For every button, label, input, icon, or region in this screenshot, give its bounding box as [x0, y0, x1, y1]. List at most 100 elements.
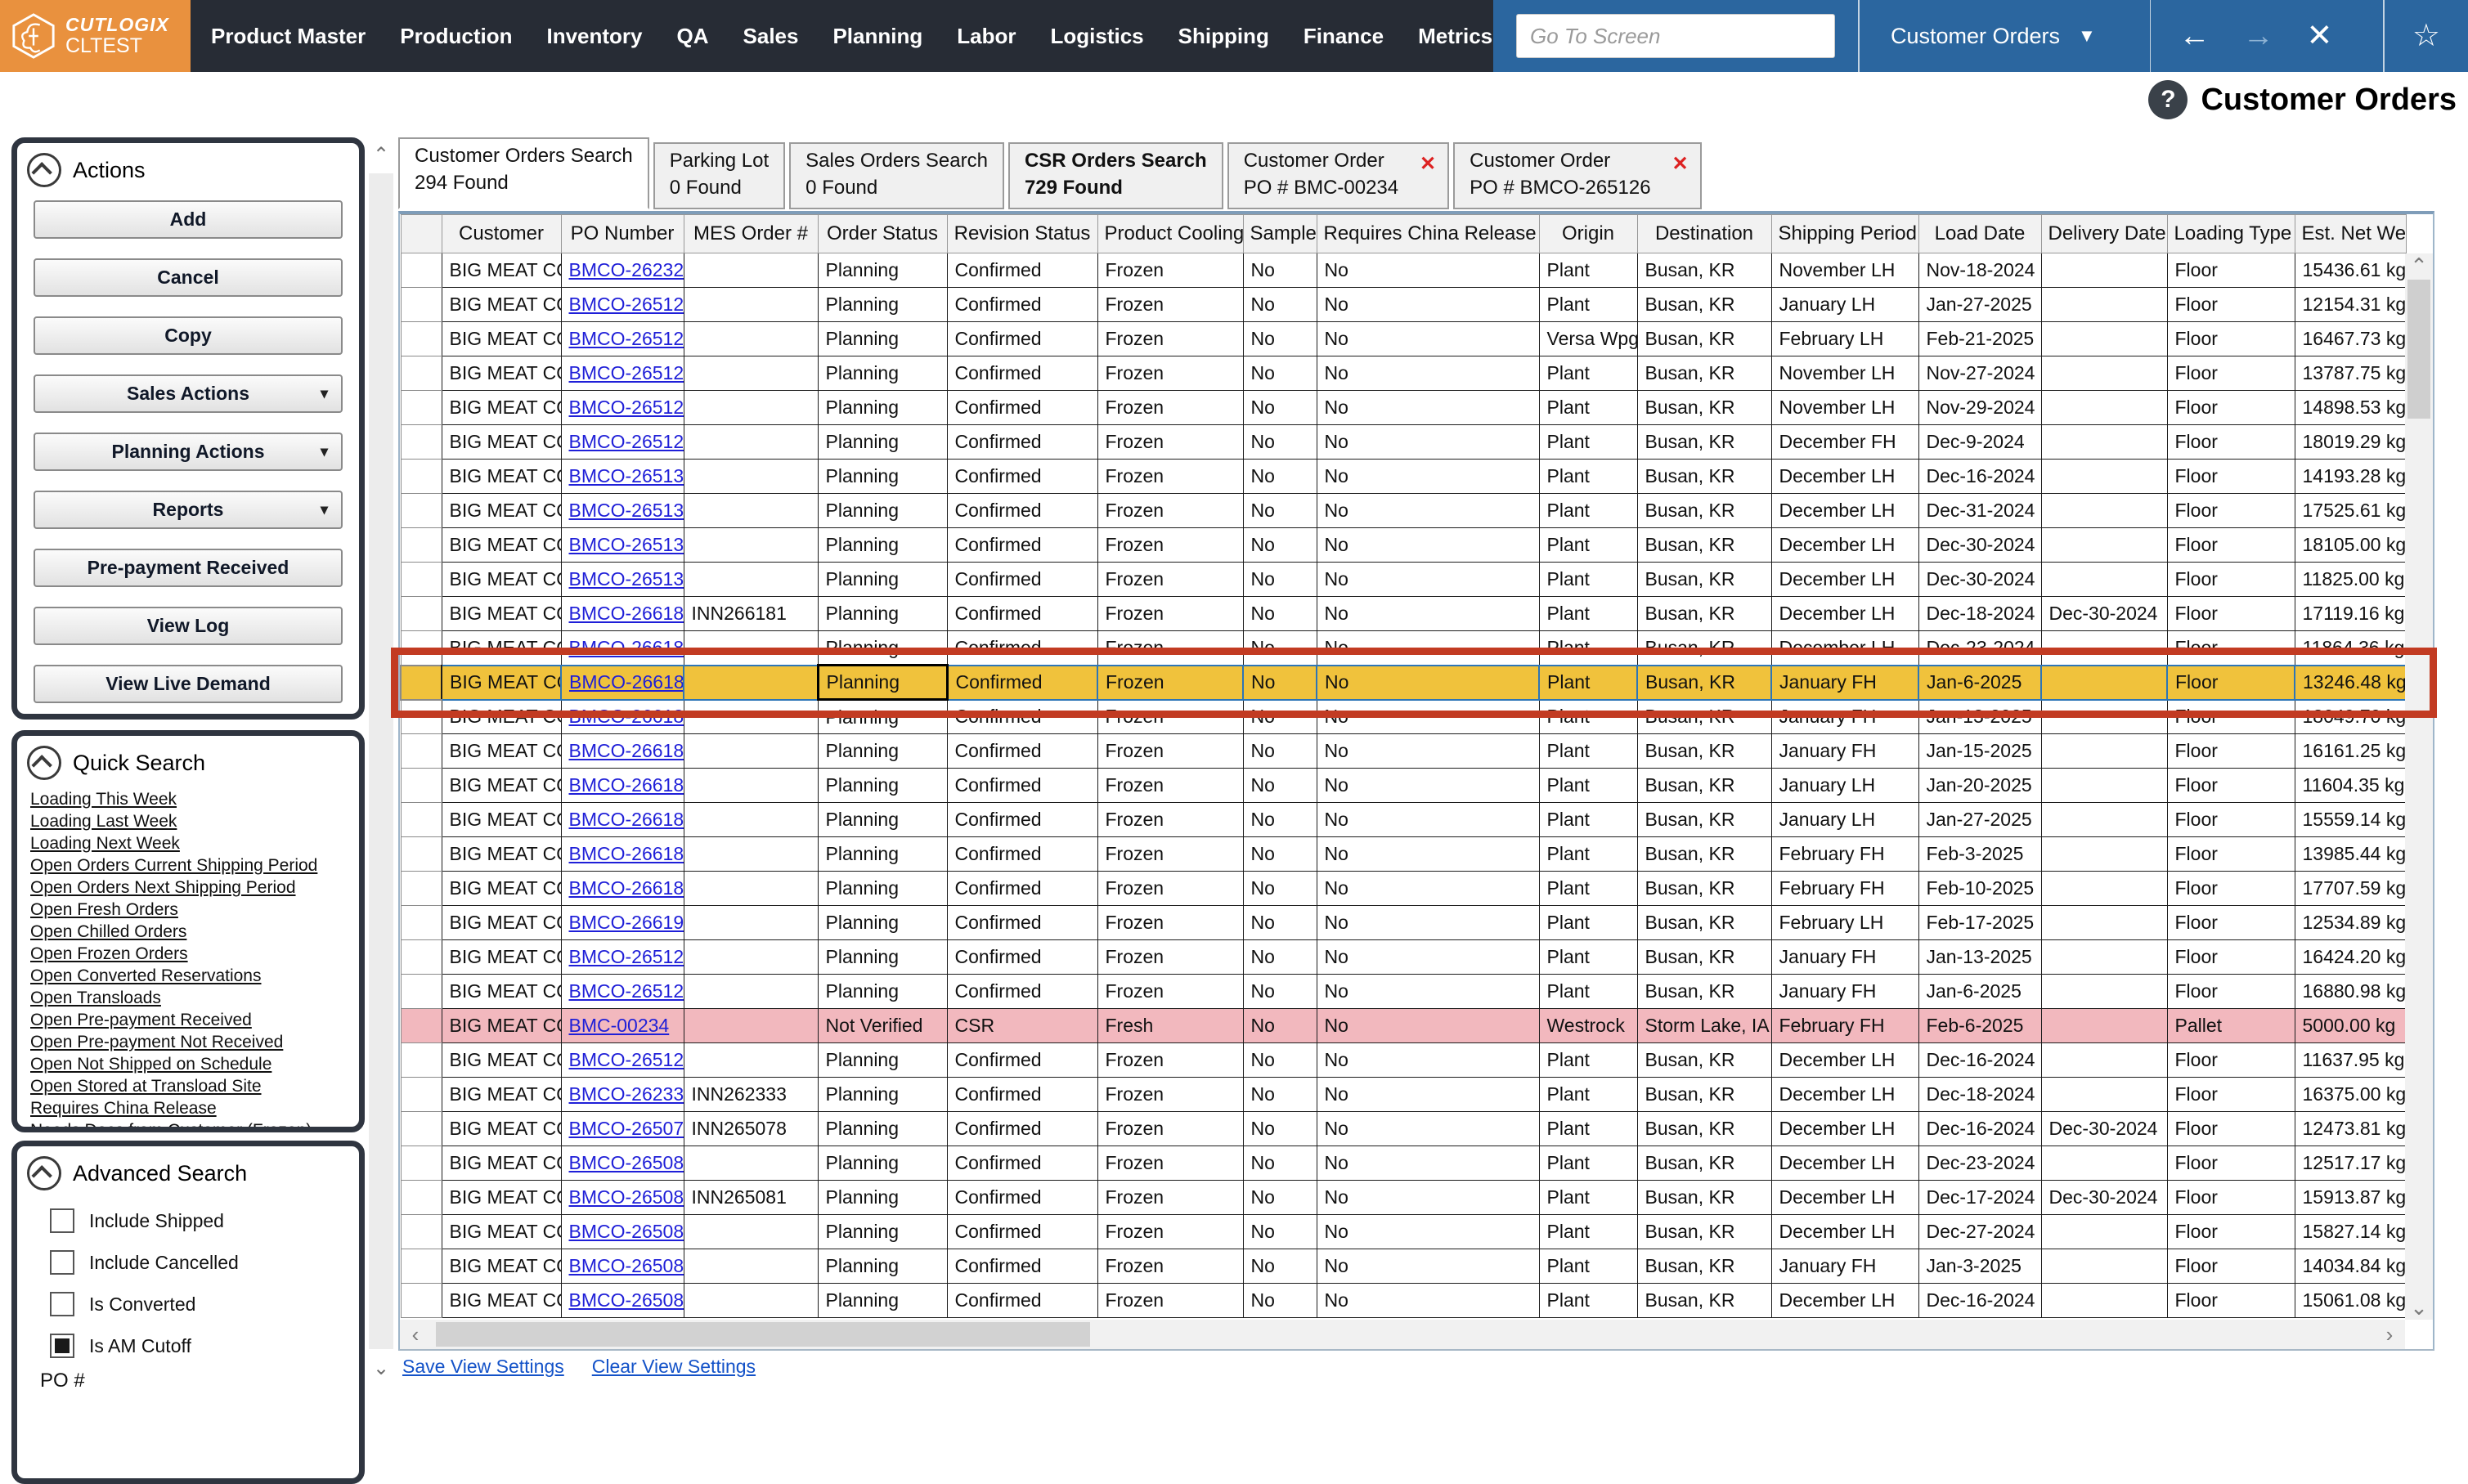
table-row[interactable]: BIG MEAT COBMCO-266185PlanningConfirmedF… [401, 734, 2406, 769]
nav-menu-item-qa[interactable]: QA [677, 24, 709, 49]
po-number-link[interactable]: BMCO-262333 [569, 1083, 684, 1105]
table-row[interactable]: BIG MEAT COBMCO-266182PlanningConfirmedF… [401, 631, 2406, 666]
copy-button[interactable]: Copy [34, 316, 343, 355]
star-favorite-icon[interactable]: ☆ [2412, 20, 2440, 52]
po-number-link[interactable]: BMCO-265124 [569, 946, 684, 967]
po-number-link[interactable]: BMCO-265082 [569, 1221, 684, 1242]
row-selector-cell[interactable] [401, 734, 442, 769]
tab-customer-order-po-bmc-00234[interactable]: Customer OrderPO # BMC-00234✕ [1227, 142, 1449, 209]
close-icon[interactable]: ✕ [2306, 20, 2332, 52]
table-row[interactable]: BIG MEAT COBMCO-265078INN265078PlanningC… [401, 1112, 2406, 1146]
quick-search-link-open-pre-payment-received[interactable]: Open Pre-payment Received [30, 1009, 359, 1031]
table-row[interactable]: BIG MEAT COBMCO-265133PlanningConfirmedF… [401, 528, 2406, 563]
po-number-link[interactable]: BMCO-265126 [569, 328, 684, 349]
nav-menu-item-finance[interactable]: Finance [1304, 24, 1384, 49]
po-number-link[interactable]: BMC-00234 [569, 1015, 670, 1036]
checkbox-is-converted[interactable] [50, 1292, 74, 1316]
table-row[interactable]: BIG MEAT COBMCO-266181INN266181PlanningC… [401, 597, 2406, 631]
table-row[interactable]: BIG MEAT COBMCO-265128PlanningConfirmedF… [401, 391, 2406, 425]
screen-dropdown[interactable]: Customer Orders ▼ [1860, 24, 2127, 49]
po-number-link[interactable]: BMCO-265080 [569, 1152, 684, 1173]
vertical-scrollbar[interactable]: ⌃ ⌄ [2405, 253, 2433, 1320]
po-number-link[interactable]: BMCO-265133 [569, 534, 684, 555]
quick-search-link-open-chilled-orders[interactable]: Open Chilled Orders [30, 921, 359, 943]
view-log-button[interactable]: View Log [34, 607, 343, 645]
row-selector-cell[interactable] [401, 906, 442, 940]
po-number-link[interactable]: BMCO-266187 [569, 809, 684, 830]
tab-customer-order-po-bmco-265126[interactable]: Customer OrderPO # BMCO-265126✕ [1453, 142, 1701, 209]
quick-search-link-loading-last-week[interactable]: Loading Last Week [30, 810, 359, 832]
po-number-link[interactable]: BMCO-265081 [569, 1186, 684, 1208]
row-selector-cell[interactable] [401, 700, 442, 734]
row-selector-cell[interactable] [401, 837, 442, 872]
row-selector-cell[interactable] [401, 391, 442, 425]
table-row[interactable]: BIG MEAT COBMCO-266188PlanningConfirmedF… [401, 837, 2406, 872]
tab-csr-orders-search-729-found[interactable]: CSR Orders Search729 Found [1008, 142, 1223, 209]
quick-search-link-open-converted-reservations[interactable]: Open Converted Reservations [30, 965, 359, 987]
row-selector-cell[interactable] [401, 631, 442, 666]
po-number-link[interactable]: BMCO-265125 [569, 294, 684, 315]
sidebar-scrollbar-track[interactable] [369, 173, 393, 1349]
quick-search-link-open-pre-payment-not-received[interactable]: Open Pre-payment Not Received [30, 1031, 359, 1053]
reports-button[interactable]: Reports▾ [34, 491, 343, 529]
column-header-customer[interactable]: Customer [442, 215, 561, 253]
row-selector-cell[interactable] [401, 253, 442, 288]
table-row[interactable]: BIG MEAT COBMCO-265083PlanningConfirmedF… [401, 1249, 2406, 1284]
nav-menu-item-sales[interactable]: Sales [743, 24, 799, 49]
table-row[interactable]: BIG MEAT COBMCO-265127PlanningConfirmedF… [401, 356, 2406, 391]
nav-menu-item-production[interactable]: Production [400, 24, 512, 49]
quick-search-link-open-fresh-orders[interactable]: Open Fresh Orders [30, 899, 359, 921]
sales-actions-button[interactable]: Sales Actions▾ [34, 374, 343, 413]
row-selector-cell[interactable] [401, 322, 442, 356]
collapse-advanced-search-button[interactable] [27, 1156, 61, 1190]
save-view-settings-link[interactable]: Save View Settings [402, 1356, 564, 1378]
checkbox-include-shipped[interactable] [50, 1208, 74, 1233]
row-selector-cell[interactable] [401, 872, 442, 906]
row-selector-cell[interactable] [401, 1215, 442, 1249]
quick-search-link-loading-next-week[interactable]: Loading Next Week [30, 832, 359, 854]
table-row[interactable]: BIG MEAT COBMCO-265129PlanningConfirmedF… [401, 425, 2406, 460]
column-header-origin[interactable]: Origin [1539, 215, 1637, 253]
column-header-sample[interactable]: Sample [1243, 215, 1317, 253]
column-header-revision-status[interactable]: Revision Status [947, 215, 1097, 253]
pre-payment-received-button[interactable]: Pre-payment Received [34, 549, 343, 587]
chevron-up-icon[interactable]: ⌃ [2405, 252, 2433, 280]
nav-menu-item-metrics[interactable]: Metrics [1418, 24, 1492, 49]
clear-view-settings-link[interactable]: Clear View Settings [592, 1356, 756, 1378]
table-row[interactable]: BIG MEAT COBMCO-265131PlanningConfirmedF… [401, 494, 2406, 528]
table-row[interactable]: BIG MEAT COBMCO-266190PlanningConfirmedF… [401, 906, 2406, 940]
quick-search-link-open-not-shipped-on-schedule[interactable]: Open Not Shipped on Schedule [30, 1053, 359, 1075]
sidebar-scrollbar[interactable]: ⌃ ⌄ [369, 137, 393, 1382]
table-row[interactable]: BIG MEAT COBMCO-265134PlanningConfirmedF… [401, 563, 2406, 597]
row-selector-cell[interactable] [401, 1009, 442, 1043]
table-row[interactable]: BIG MEAT COBMCO-265084PlanningConfirmedF… [401, 1284, 2406, 1318]
row-selector-cell[interactable] [401, 666, 442, 700]
po-number-link[interactable]: BMCO-266185 [569, 740, 684, 761]
table-row[interactable]: BIG MEAT COBMCO-265130PlanningConfirmedF… [401, 460, 2406, 494]
table-row[interactable]: BIG MEAT COBMC-00234Not VerifiedCSRFresh… [401, 1009, 2406, 1043]
column-header-requires-china-release[interactable]: Requires China Release [1317, 215, 1539, 253]
po-number-link[interactable]: BMCO-266188 [569, 843, 684, 864]
table-row[interactable]: BIG MEAT COBMCO-266186PlanningConfirmedF… [401, 769, 2406, 803]
tab-parking-lot-0-found[interactable]: Parking Lot0 Found [653, 142, 785, 209]
table-row[interactable]: BIG MEAT COBMCO-265082PlanningConfirmedF… [401, 1215, 2406, 1249]
view-live-demand-button[interactable]: View Live Demand [34, 665, 343, 703]
nav-menu-item-labor[interactable]: Labor [957, 24, 1016, 49]
table-row[interactable]: BIG MEAT COBMCO-265124PlanningConfirmedF… [401, 940, 2406, 975]
po-number-link[interactable]: BMCO-265083 [569, 1255, 684, 1276]
row-selector-cell[interactable] [401, 1146, 442, 1181]
row-selector-cell[interactable] [401, 940, 442, 975]
column-header-loading-type[interactable]: Loading Type [2167, 215, 2295, 253]
po-number-link[interactable]: BMCO-266182 [569, 637, 684, 658]
quick-search-link-open-frozen-orders[interactable]: Open Frozen Orders [30, 943, 359, 965]
po-number-link[interactable]: BMCO-265127 [569, 362, 684, 383]
row-selector-cell[interactable] [401, 356, 442, 391]
nav-menu-item-inventory[interactable]: Inventory [546, 24, 642, 49]
quick-search-link-open-transloads[interactable]: Open Transloads [30, 987, 359, 1009]
column-header-product-cooling[interactable]: Product Cooling [1097, 215, 1243, 253]
row-selector-cell[interactable] [401, 288, 442, 322]
tab-close-icon[interactable]: ✕ [1420, 150, 1436, 177]
po-number-link[interactable]: BMCO-265078 [569, 1118, 684, 1139]
chevron-left-icon[interactable]: ‹ [402, 1320, 429, 1348]
po-number-link[interactable]: BMCO-265134 [569, 568, 684, 590]
